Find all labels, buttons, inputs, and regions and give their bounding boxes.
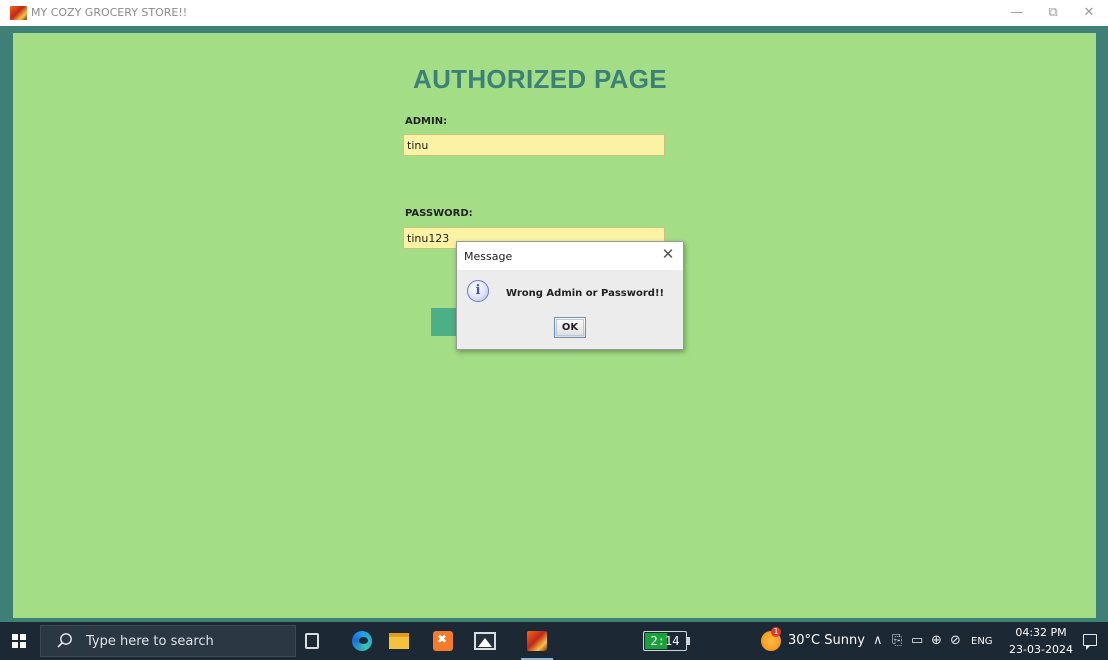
clock-date[interactable]: 23-03-2024 xyxy=(1006,643,1076,656)
weather-text[interactable]: 30°C Sunny xyxy=(788,633,865,648)
edge-browser-icon[interactable] xyxy=(352,631,372,651)
grocery-app-icon xyxy=(10,6,27,20)
notification-icon[interactable] xyxy=(1083,634,1097,650)
windows-start-icon[interactable] xyxy=(12,634,26,648)
weather-badge: 1 xyxy=(771,627,781,637)
taskbar-search-box[interactable]: Type here to search xyxy=(40,625,296,657)
dialog-close-icon[interactable]: ✕ xyxy=(659,245,677,263)
password-label: PASSWORD: xyxy=(405,208,473,219)
window-title: MY COZY GROCERY STORE!! xyxy=(31,6,188,19)
close-window-button[interactable]: ✕ xyxy=(1078,4,1100,22)
page-title: AUTHORIZED PAGE xyxy=(413,64,667,94)
file-explorer-icon[interactable] xyxy=(389,633,409,649)
tray-pen-icon[interactable]: ⎘ xyxy=(892,633,902,649)
photos-icon[interactable] xyxy=(474,632,496,650)
taskbar: Type here to search 2:14 1 30°C Sunny ∧ … xyxy=(0,622,1108,660)
task-view-icon[interactable] xyxy=(305,633,319,649)
search-icon xyxy=(57,633,72,648)
message-dialog: Message ✕ i Wrong Admin or Password!! OK xyxy=(456,241,684,350)
minimize-button[interactable]: — xyxy=(1006,4,1028,22)
info-icon: i xyxy=(467,280,489,302)
tray-network-icon[interactable]: ⊕ xyxy=(931,633,942,649)
battery-time: 2:14 xyxy=(650,634,680,648)
dialog-message: Wrong Admin or Password!! xyxy=(506,288,665,299)
xampp-icon[interactable] xyxy=(433,631,453,651)
window-titlebar: MY COZY GROCERY STORE!! — ⧉ ✕ xyxy=(0,0,1108,26)
restore-button[interactable]: ⧉ xyxy=(1042,4,1064,22)
tray-chevron-up-icon[interactable]: ∧ xyxy=(873,633,883,649)
search-placeholder: Type here to search xyxy=(86,634,214,649)
admin-label: ADMIN: xyxy=(405,116,448,127)
admin-input[interactable]: tinu xyxy=(403,134,665,156)
dialog-titlebar: Message ✕ xyxy=(457,242,683,270)
tray-volume-muted-icon[interactable]: ⊘ xyxy=(950,633,961,649)
language-indicator[interactable]: ENG xyxy=(971,636,993,647)
clock-time[interactable]: 04:32 PM xyxy=(1011,626,1071,639)
grocery-app-taskbar-icon[interactable] xyxy=(527,631,547,651)
battery-tip xyxy=(687,637,690,645)
dialog-title: Message xyxy=(464,250,513,263)
ok-button[interactable]: OK xyxy=(554,317,586,338)
battery-widget[interactable]: 2:14 xyxy=(643,631,687,651)
tray-battery-icon[interactable]: ▭ xyxy=(911,633,923,649)
